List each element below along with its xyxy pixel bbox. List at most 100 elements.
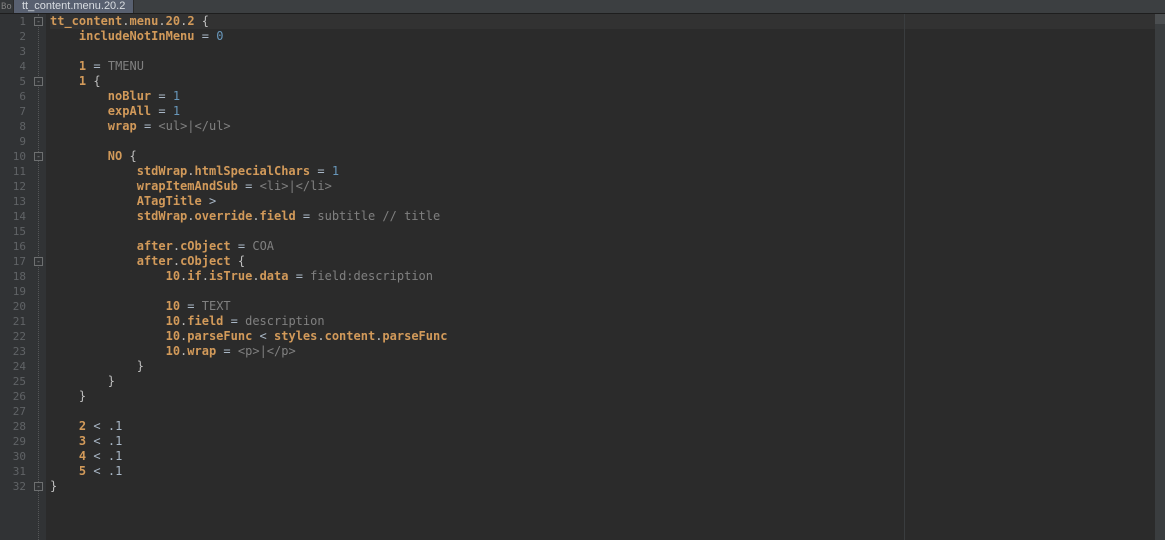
- line-number-gutter: 1234567891011121314151617181920212223242…: [0, 14, 32, 540]
- code-area[interactable]: tt_content.menu.20.2 { includeNotInMenu …: [46, 14, 1165, 540]
- token-key: 20: [166, 14, 180, 28]
- code-line[interactable]: 10.if.isTrue.data = field:description: [50, 269, 1165, 284]
- code-line[interactable]: [50, 224, 1165, 239]
- token-num: 0: [216, 29, 223, 43]
- token-key: 3: [79, 434, 86, 448]
- code-line[interactable]: [50, 284, 1165, 299]
- token-key: 1: [79, 59, 86, 73]
- token-punc: }: [108, 374, 115, 388]
- token-punc: .: [317, 329, 324, 343]
- token-key: after: [137, 239, 173, 253]
- token-key: noBlur: [108, 89, 151, 103]
- token-op: >: [209, 194, 216, 208]
- code-line[interactable]: wrapItemAndSub = <li>|</li>: [50, 179, 1165, 194]
- code-line[interactable]: 3 < .1: [50, 434, 1165, 449]
- line-number: 15: [0, 224, 26, 239]
- token-eq: =: [317, 164, 324, 178]
- token-key: expAll: [108, 104, 151, 118]
- token-key: wrapItemAndSub: [137, 179, 238, 193]
- code-line[interactable]: [50, 134, 1165, 149]
- code-line[interactable]: stdWrap.htmlSpecialChars = 1: [50, 164, 1165, 179]
- token-eq: =: [144, 119, 151, 133]
- token-punc: {: [238, 254, 245, 268]
- line-number: 19: [0, 284, 26, 299]
- line-number: 21: [0, 314, 26, 329]
- line-number: 27: [0, 404, 26, 419]
- fold-gutter[interactable]: - - - - -: [32, 14, 46, 540]
- line-number: 23: [0, 344, 26, 359]
- code-line[interactable]: stdWrap.override.field = subtitle // tit…: [50, 209, 1165, 224]
- line-number: 3: [0, 44, 26, 59]
- code-line[interactable]: 10 = TEXT: [50, 299, 1165, 314]
- line-number: 17: [0, 254, 26, 269]
- token-punc: .: [187, 209, 194, 223]
- fold-open-icon[interactable]: -: [34, 152, 43, 161]
- fold-close-icon[interactable]: -: [34, 482, 43, 491]
- code-line[interactable]: wrap = <ul>|</ul>: [50, 119, 1165, 134]
- line-number: 5: [0, 74, 26, 89]
- token-punc: .: [187, 164, 194, 178]
- ide-fragment-label: Bo: [0, 0, 14, 13]
- token-punc: {: [202, 14, 209, 28]
- code-line[interactable]: 1 {: [50, 74, 1165, 89]
- code-line[interactable]: 5 < .1: [50, 464, 1165, 479]
- token-key: wrap: [108, 119, 137, 133]
- token-key: 10: [166, 344, 180, 358]
- code-line[interactable]: 1 = TMENU: [50, 59, 1165, 74]
- token-val: COA: [252, 239, 274, 253]
- token-punc: .: [173, 254, 180, 268]
- code-line[interactable]: [50, 44, 1165, 59]
- code-line[interactable]: NO {: [50, 149, 1165, 164]
- code-line[interactable]: 10.parseFunc < styles.content.parseFunc: [50, 329, 1165, 344]
- line-number: 20: [0, 299, 26, 314]
- code-line[interactable]: ATagTitle >: [50, 194, 1165, 209]
- token-eq: =: [303, 209, 310, 223]
- line-number: 4: [0, 59, 26, 74]
- token-key: 4: [79, 449, 86, 463]
- token-key: after: [137, 254, 173, 268]
- code-line[interactable]: expAll = 1: [50, 104, 1165, 119]
- token-op: <: [93, 434, 100, 448]
- code-line[interactable]: noBlur = 1: [50, 89, 1165, 104]
- fold-guide-line: [38, 14, 39, 540]
- token-key: parseFunc: [187, 329, 252, 343]
- code-line[interactable]: after.cObject {: [50, 254, 1165, 269]
- code-line[interactable]: includeNotInMenu = 0: [50, 29, 1165, 44]
- token-key: 5: [79, 464, 86, 478]
- line-number: 18: [0, 269, 26, 284]
- code-line[interactable]: }: [50, 359, 1165, 374]
- error-stripe[interactable]: [1155, 14, 1165, 540]
- code-line[interactable]: 4 < .1: [50, 449, 1165, 464]
- token-punc: .: [252, 209, 259, 223]
- token-key: content: [325, 329, 376, 343]
- code-line[interactable]: 2 < .1: [50, 419, 1165, 434]
- line-number: 28: [0, 419, 26, 434]
- token-key: field: [187, 314, 223, 328]
- line-number: 32: [0, 479, 26, 494]
- token-op: <: [93, 449, 100, 463]
- token-ref: .1: [108, 419, 122, 433]
- fold-open-icon[interactable]: -: [34, 257, 43, 266]
- token-key: stdWrap: [137, 209, 188, 223]
- code-line[interactable]: 10.wrap = <p>|</p>: [50, 344, 1165, 359]
- code-line[interactable]: 10.field = description: [50, 314, 1165, 329]
- token-key: styles: [274, 329, 317, 343]
- code-line[interactable]: }: [50, 479, 1165, 494]
- line-number: 31: [0, 464, 26, 479]
- fold-open-icon[interactable]: -: [34, 77, 43, 86]
- code-line[interactable]: [50, 404, 1165, 419]
- code-line[interactable]: tt_content.menu.20.2 {: [50, 14, 1165, 29]
- line-number: 16: [0, 239, 26, 254]
- token-key: menu: [129, 14, 158, 28]
- code-line[interactable]: }: [50, 374, 1165, 389]
- fold-open-icon[interactable]: -: [34, 17, 43, 26]
- token-val: <li>|</li>: [260, 179, 332, 193]
- token-eq: =: [202, 29, 209, 43]
- code-line[interactable]: after.cObject = COA: [50, 239, 1165, 254]
- editor-tab[interactable]: tt_content.menu.20.2: [14, 0, 134, 13]
- code-line[interactable]: }: [50, 389, 1165, 404]
- code-editor[interactable]: 1234567891011121314151617181920212223242…: [0, 14, 1165, 540]
- token-val: subtitle // title: [317, 209, 440, 223]
- token-key: override: [195, 209, 253, 223]
- token-punc: .: [173, 239, 180, 253]
